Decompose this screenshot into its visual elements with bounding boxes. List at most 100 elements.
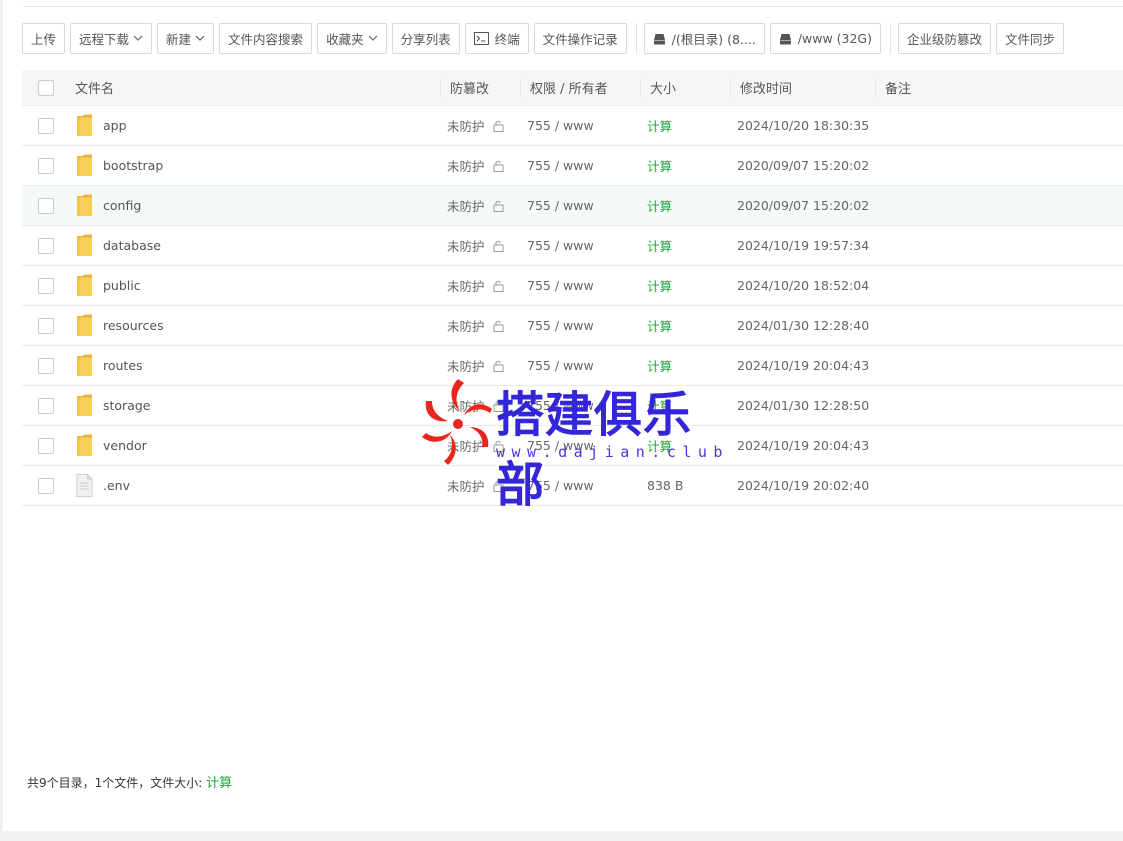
size-cell[interactable]: 计算 xyxy=(640,236,730,255)
share-list-button[interactable]: 分享列表 xyxy=(391,23,460,54)
row-checkbox[interactable] xyxy=(38,357,54,374)
name-cell[interactable]: resources xyxy=(70,314,440,337)
content-search-button[interactable]: 文件内容搜索 xyxy=(219,23,313,54)
row-checkbox-cell xyxy=(22,157,70,174)
permission-cell[interactable]: 755 / www xyxy=(520,198,640,213)
tamper-status: 未防护 xyxy=(447,199,485,214)
table-row[interactable]: vendor 未防护 755 / www 计算 2024/10/19 20:04:43 xyxy=(22,426,1123,466)
table-row[interactable]: routes 未防护 755 / www 计算 2024/10/19 20:04:43 xyxy=(22,346,1123,386)
permission-cell[interactable]: 755 / www xyxy=(520,398,640,413)
row-checkbox[interactable] xyxy=(38,197,54,214)
permission-cell[interactable]: 755 / www xyxy=(520,238,640,253)
permission-cell[interactable]: 755 / www xyxy=(520,318,640,333)
favorites-label: 收藏夹 xyxy=(326,32,364,47)
permission-cell[interactable]: 755 / www xyxy=(520,278,640,293)
row-checkbox[interactable] xyxy=(38,477,54,494)
row-checkbox-cell xyxy=(22,477,70,494)
disk-www-label: /www (32G) xyxy=(797,31,872,46)
file-name[interactable]: app xyxy=(103,118,127,133)
size-cell[interactable]: 计算 xyxy=(640,316,730,335)
content-search-label: 文件内容搜索 xyxy=(228,32,304,47)
size-cell[interactable]: 计算 xyxy=(640,116,730,135)
file-name[interactable]: public xyxy=(103,278,141,293)
unlock-icon[interactable] xyxy=(493,120,506,132)
header-name[interactable]: 文件名 xyxy=(70,70,440,106)
table-row[interactable]: public 未防护 755 / www 计算 2024/10/20 18:52:04 xyxy=(22,266,1123,306)
unlock-icon[interactable] xyxy=(493,440,506,452)
terminal-button[interactable]: 终端 xyxy=(464,23,529,54)
mtime-cell: 2024/10/19 20:04:43 xyxy=(737,358,870,373)
toolbar-divider xyxy=(635,23,637,54)
unlock-icon[interactable] xyxy=(493,160,506,172)
footer-calc-link[interactable]: 计算 xyxy=(206,776,232,791)
file-name[interactable]: config xyxy=(103,198,141,213)
permission-cell[interactable]: 755 / www xyxy=(520,358,640,373)
name-cell[interactable]: routes xyxy=(70,354,440,377)
unlock-icon[interactable] xyxy=(493,320,506,332)
row-checkbox[interactable] xyxy=(38,117,54,134)
tamper-status: 未防护 xyxy=(447,159,485,174)
table-row[interactable]: storage 未防护 755 / www 计算 2024/01/30 12:28:50 xyxy=(22,386,1123,426)
file-name[interactable]: database xyxy=(103,238,161,253)
size-cell[interactable]: 计算 xyxy=(640,156,730,175)
name-cell[interactable]: public xyxy=(70,274,440,297)
name-cell[interactable]: .env xyxy=(70,474,440,497)
header-mtime[interactable]: 修改时间 xyxy=(730,78,875,97)
unlock-icon[interactable] xyxy=(493,200,506,212)
name-cell[interactable]: vendor xyxy=(70,434,440,457)
new-button[interactable]: 新建 xyxy=(157,23,215,54)
file-name[interactable]: .env xyxy=(103,478,130,493)
permission-cell[interactable]: 755 / www xyxy=(520,118,640,133)
disk-root-button[interactable]: /(根目录) (8.... xyxy=(643,23,765,54)
size-cell[interactable]: 计算 xyxy=(640,396,730,415)
size-cell[interactable]: 计算 xyxy=(640,196,730,215)
file-name[interactable]: bootstrap xyxy=(103,158,163,173)
row-checkbox[interactable] xyxy=(38,277,54,294)
file-name[interactable]: vendor xyxy=(103,438,147,453)
unlock-icon[interactable] xyxy=(493,240,506,252)
file-name[interactable]: resources xyxy=(103,318,164,333)
operation-log-label: 文件操作记录 xyxy=(542,32,618,47)
permission-cell[interactable]: 755 / www xyxy=(520,438,640,453)
file-name[interactable]: routes xyxy=(103,358,143,373)
row-checkbox[interactable] xyxy=(38,157,54,174)
name-cell[interactable]: database xyxy=(70,234,440,257)
mtime-cell: 2024/01/30 12:28:50 xyxy=(737,398,870,413)
table-row[interactable]: .env 未防护 755 / www 838 B 2024/10/19 20:02:40 xyxy=(22,466,1123,506)
name-cell[interactable]: app xyxy=(70,114,440,137)
table-row[interactable]: database 未防护 755 / www 计算 2024/10/19 19:57:3… xyxy=(22,226,1123,266)
select-all-checkbox[interactable] xyxy=(38,79,54,96)
enterprise-tamper-button[interactable]: 企业级防篡改 xyxy=(898,23,992,54)
unlock-icon[interactable] xyxy=(493,480,506,492)
file-name[interactable]: storage xyxy=(103,398,151,413)
unlock-icon[interactable] xyxy=(493,360,506,372)
remote-download-button[interactable]: 远程下载 xyxy=(70,23,153,54)
size-cell[interactable]: 计算 xyxy=(640,276,730,295)
size-cell[interactable]: 计算 xyxy=(640,356,730,375)
file-sync-button[interactable]: 文件同步 xyxy=(996,23,1065,54)
name-cell[interactable]: storage xyxy=(70,394,440,417)
row-checkbox[interactable] xyxy=(38,237,54,254)
row-checkbox[interactable] xyxy=(38,437,54,454)
table-row[interactable]: config 未防护 755 / www 计算 2020/09/07 15:20:02 xyxy=(22,186,1123,226)
enterprise-tamper-label: 企业级防篡改 xyxy=(907,32,983,47)
header-permission: 权限 / 所有者 xyxy=(520,78,640,97)
permission-cell[interactable]: 755 / www xyxy=(520,158,640,173)
name-cell[interactable]: bootstrap xyxy=(70,154,440,177)
unlock-icon[interactable] xyxy=(493,280,506,292)
row-checkbox[interactable] xyxy=(38,397,54,414)
table-row[interactable]: resources 未防护 755 / www 计算 2024/01/30 12:28:… xyxy=(22,306,1123,346)
disk-www-button[interactable]: /www (32G) xyxy=(769,23,881,54)
upload-button[interactable]: 上传 xyxy=(22,23,66,54)
name-cell[interactable]: config xyxy=(70,194,440,217)
operation-log-button[interactable]: 文件操作记录 xyxy=(533,23,627,54)
row-checkbox[interactable] xyxy=(38,317,54,334)
table-row[interactable]: bootstrap 未防护 755 / www 计算 2020/09/07 15:20:… xyxy=(22,146,1123,186)
permission-cell[interactable]: 755 / www xyxy=(520,478,640,493)
size-cell[interactable]: 计算 xyxy=(640,436,730,455)
table-row[interactable]: app 未防护 755 / www 计算 2024/10/20 18:30:35 xyxy=(22,106,1123,146)
unlock-icon[interactable] xyxy=(493,400,506,412)
favorites-button[interactable]: 收藏夹 xyxy=(317,23,387,54)
header-size[interactable]: 大小 xyxy=(640,78,730,97)
chevron-down-icon xyxy=(368,33,378,44)
